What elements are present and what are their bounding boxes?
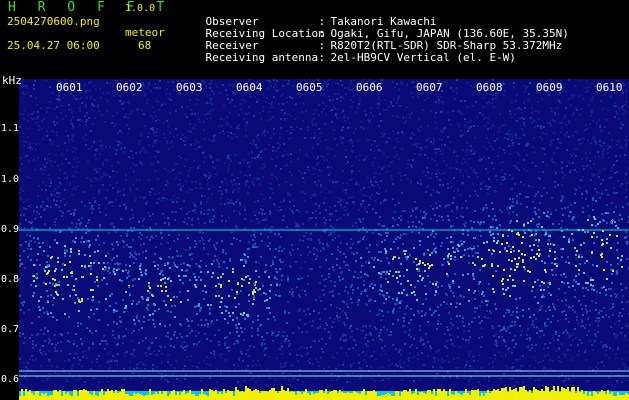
x-tick: 0603 bbox=[176, 81, 203, 94]
y-axis-unit: kHz bbox=[2, 74, 22, 87]
meteor-label: meteor bbox=[125, 26, 165, 39]
x-tick: 0605 bbox=[296, 81, 323, 94]
x-tick: 0606 bbox=[356, 81, 383, 94]
y-tick: 0.6 bbox=[1, 374, 20, 385]
hrofft-display: H R O F F T 1.0.0 2504270600.png 25.04.2… bbox=[0, 0, 629, 400]
x-tick: 0607 bbox=[416, 81, 443, 94]
x-tick: 0602 bbox=[116, 81, 143, 94]
x-tick: 0610 bbox=[596, 81, 623, 94]
x-tick: 0608 bbox=[476, 81, 503, 94]
meteor-count: 68 bbox=[138, 39, 152, 52]
info-value: 2el-HB9CV Vertical (el. E-W) bbox=[330, 51, 516, 64]
spectrogram-canvas bbox=[19, 79, 629, 400]
app-version: 1.0.0 bbox=[125, 3, 156, 14]
x-tick: 0601 bbox=[56, 81, 83, 94]
info-antenna: Receiving antenna: 2el-HB9CV Vertical (el… bbox=[205, 51, 516, 64]
file-datetime: 25.04.27 06:00 bbox=[7, 39, 100, 52]
y-tick: 1.0 bbox=[1, 174, 20, 185]
y-tick: 0.9 bbox=[1, 224, 20, 235]
info-key: Receiving antenna bbox=[205, 51, 319, 64]
file-name: 2504270600.png bbox=[7, 15, 100, 28]
y-tick: 1.1 bbox=[1, 123, 20, 134]
y-tick: 0.8 bbox=[1, 274, 20, 285]
spectrogram bbox=[19, 79, 629, 400]
x-tick: 0609 bbox=[536, 81, 563, 94]
y-tick: 0.7 bbox=[1, 324, 20, 335]
x-tick: 0604 bbox=[236, 81, 263, 94]
